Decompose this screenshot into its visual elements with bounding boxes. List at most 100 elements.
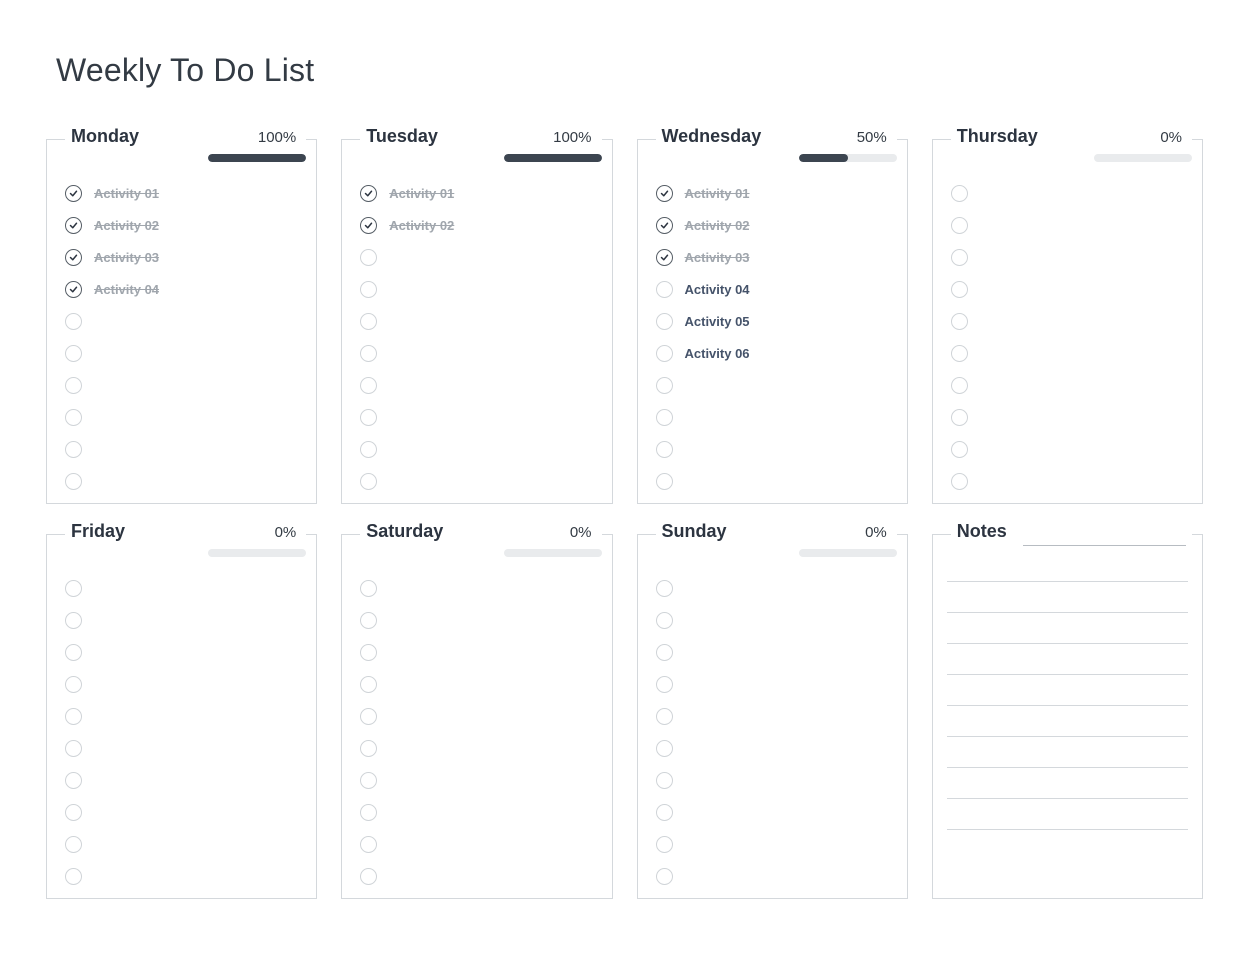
task-row[interactable] xyxy=(656,472,893,490)
task-row[interactable] xyxy=(360,312,597,330)
task-row[interactable] xyxy=(951,280,1188,298)
note-line[interactable] xyxy=(947,829,1188,830)
task-row[interactable] xyxy=(656,835,893,853)
checkbox-checked-icon[interactable] xyxy=(65,185,82,202)
note-line[interactable] xyxy=(947,674,1188,675)
checkbox-empty-icon[interactable] xyxy=(656,676,673,693)
task-row[interactable] xyxy=(65,643,302,661)
checkbox-empty-icon[interactable] xyxy=(360,441,377,458)
checkbox-empty-icon[interactable] xyxy=(360,708,377,725)
checkbox-checked-icon[interactable] xyxy=(65,249,82,266)
checkbox-empty-icon[interactable] xyxy=(360,676,377,693)
checkbox-empty-icon[interactable] xyxy=(656,612,673,629)
task-row[interactable] xyxy=(951,184,1188,202)
checkbox-empty-icon[interactable] xyxy=(65,868,82,885)
task-row[interactable] xyxy=(65,440,302,458)
checkbox-empty-icon[interactable] xyxy=(951,441,968,458)
task-row[interactable] xyxy=(65,675,302,693)
task-row[interactable] xyxy=(65,579,302,597)
task-row[interactable] xyxy=(360,867,597,885)
task-row[interactable] xyxy=(656,643,893,661)
task-row[interactable] xyxy=(656,867,893,885)
checkbox-empty-icon[interactable] xyxy=(656,836,673,853)
checkbox-empty-icon[interactable] xyxy=(656,441,673,458)
task-row[interactable] xyxy=(65,376,302,394)
checkbox-empty-icon[interactable] xyxy=(656,868,673,885)
task-row[interactable] xyxy=(360,408,597,426)
checkbox-empty-icon[interactable] xyxy=(656,281,673,298)
task-label[interactable]: Activity 02 xyxy=(685,218,750,233)
checkbox-empty-icon[interactable] xyxy=(65,473,82,490)
task-row[interactable] xyxy=(65,611,302,629)
checkbox-empty-icon[interactable] xyxy=(360,580,377,597)
task-row[interactable] xyxy=(360,472,597,490)
checkbox-empty-icon[interactable] xyxy=(360,868,377,885)
checkbox-empty-icon[interactable] xyxy=(360,644,377,661)
checkbox-empty-icon[interactable] xyxy=(65,409,82,426)
checkbox-empty-icon[interactable] xyxy=(951,313,968,330)
task-row[interactable]: Activity 04 xyxy=(656,280,893,298)
checkbox-checked-icon[interactable] xyxy=(656,185,673,202)
task-row[interactable] xyxy=(360,675,597,693)
checkbox-empty-icon[interactable] xyxy=(65,313,82,330)
checkbox-checked-icon[interactable] xyxy=(656,217,673,234)
checkbox-empty-icon[interactable] xyxy=(65,740,82,757)
checkbox-empty-icon[interactable] xyxy=(656,473,673,490)
task-label[interactable]: Activity 05 xyxy=(685,314,750,329)
task-row[interactable] xyxy=(360,771,597,789)
task-row[interactable]: Activity 02 xyxy=(360,216,597,234)
checkbox-empty-icon[interactable] xyxy=(360,409,377,426)
task-row[interactable] xyxy=(360,344,597,362)
checkbox-empty-icon[interactable] xyxy=(360,313,377,330)
task-row[interactable] xyxy=(360,835,597,853)
task-row[interactable] xyxy=(951,440,1188,458)
checkbox-empty-icon[interactable] xyxy=(656,708,673,725)
task-row[interactable] xyxy=(65,867,302,885)
task-row[interactable] xyxy=(360,707,597,725)
notes-lines[interactable] xyxy=(947,581,1188,830)
task-row[interactable]: Activity 01 xyxy=(65,184,302,202)
checkbox-empty-icon[interactable] xyxy=(65,345,82,362)
task-row[interactable]: Activity 03 xyxy=(656,248,893,266)
task-row[interactable] xyxy=(656,440,893,458)
checkbox-empty-icon[interactable] xyxy=(656,313,673,330)
task-row[interactable] xyxy=(951,408,1188,426)
task-label[interactable]: Activity 01 xyxy=(389,186,454,201)
task-row[interactable] xyxy=(951,312,1188,330)
note-line[interactable] xyxy=(947,705,1188,706)
checkbox-checked-icon[interactable] xyxy=(65,281,82,298)
task-row[interactable] xyxy=(656,739,893,757)
checkbox-empty-icon[interactable] xyxy=(656,772,673,789)
task-row[interactable] xyxy=(360,376,597,394)
task-row[interactable]: Activity 01 xyxy=(656,184,893,202)
checkbox-empty-icon[interactable] xyxy=(951,281,968,298)
task-row[interactable] xyxy=(656,376,893,394)
checkbox-checked-icon[interactable] xyxy=(360,217,377,234)
checkbox-empty-icon[interactable] xyxy=(951,249,968,266)
task-row[interactable] xyxy=(360,280,597,298)
task-row[interactable] xyxy=(656,408,893,426)
task-row[interactable] xyxy=(951,216,1188,234)
checkbox-empty-icon[interactable] xyxy=(656,804,673,821)
checkbox-empty-icon[interactable] xyxy=(360,836,377,853)
checkbox-empty-icon[interactable] xyxy=(360,377,377,394)
checkbox-empty-icon[interactable] xyxy=(360,804,377,821)
checkbox-checked-icon[interactable] xyxy=(656,249,673,266)
task-row[interactable]: Activity 06 xyxy=(656,344,893,362)
checkbox-empty-icon[interactable] xyxy=(951,345,968,362)
checkbox-empty-icon[interactable] xyxy=(656,740,673,757)
checkbox-empty-icon[interactable] xyxy=(951,409,968,426)
task-row[interactable] xyxy=(65,472,302,490)
checkbox-empty-icon[interactable] xyxy=(656,644,673,661)
checkbox-empty-icon[interactable] xyxy=(65,708,82,725)
task-label[interactable]: Activity 02 xyxy=(389,218,454,233)
task-row[interactable] xyxy=(65,803,302,821)
checkbox-empty-icon[interactable] xyxy=(656,409,673,426)
task-row[interactable]: Activity 05 xyxy=(656,312,893,330)
task-row[interactable] xyxy=(656,771,893,789)
note-line[interactable] xyxy=(947,736,1188,737)
checkbox-empty-icon[interactable] xyxy=(65,836,82,853)
checkbox-empty-icon[interactable] xyxy=(360,612,377,629)
checkbox-empty-icon[interactable] xyxy=(951,185,968,202)
task-row[interactable] xyxy=(656,707,893,725)
